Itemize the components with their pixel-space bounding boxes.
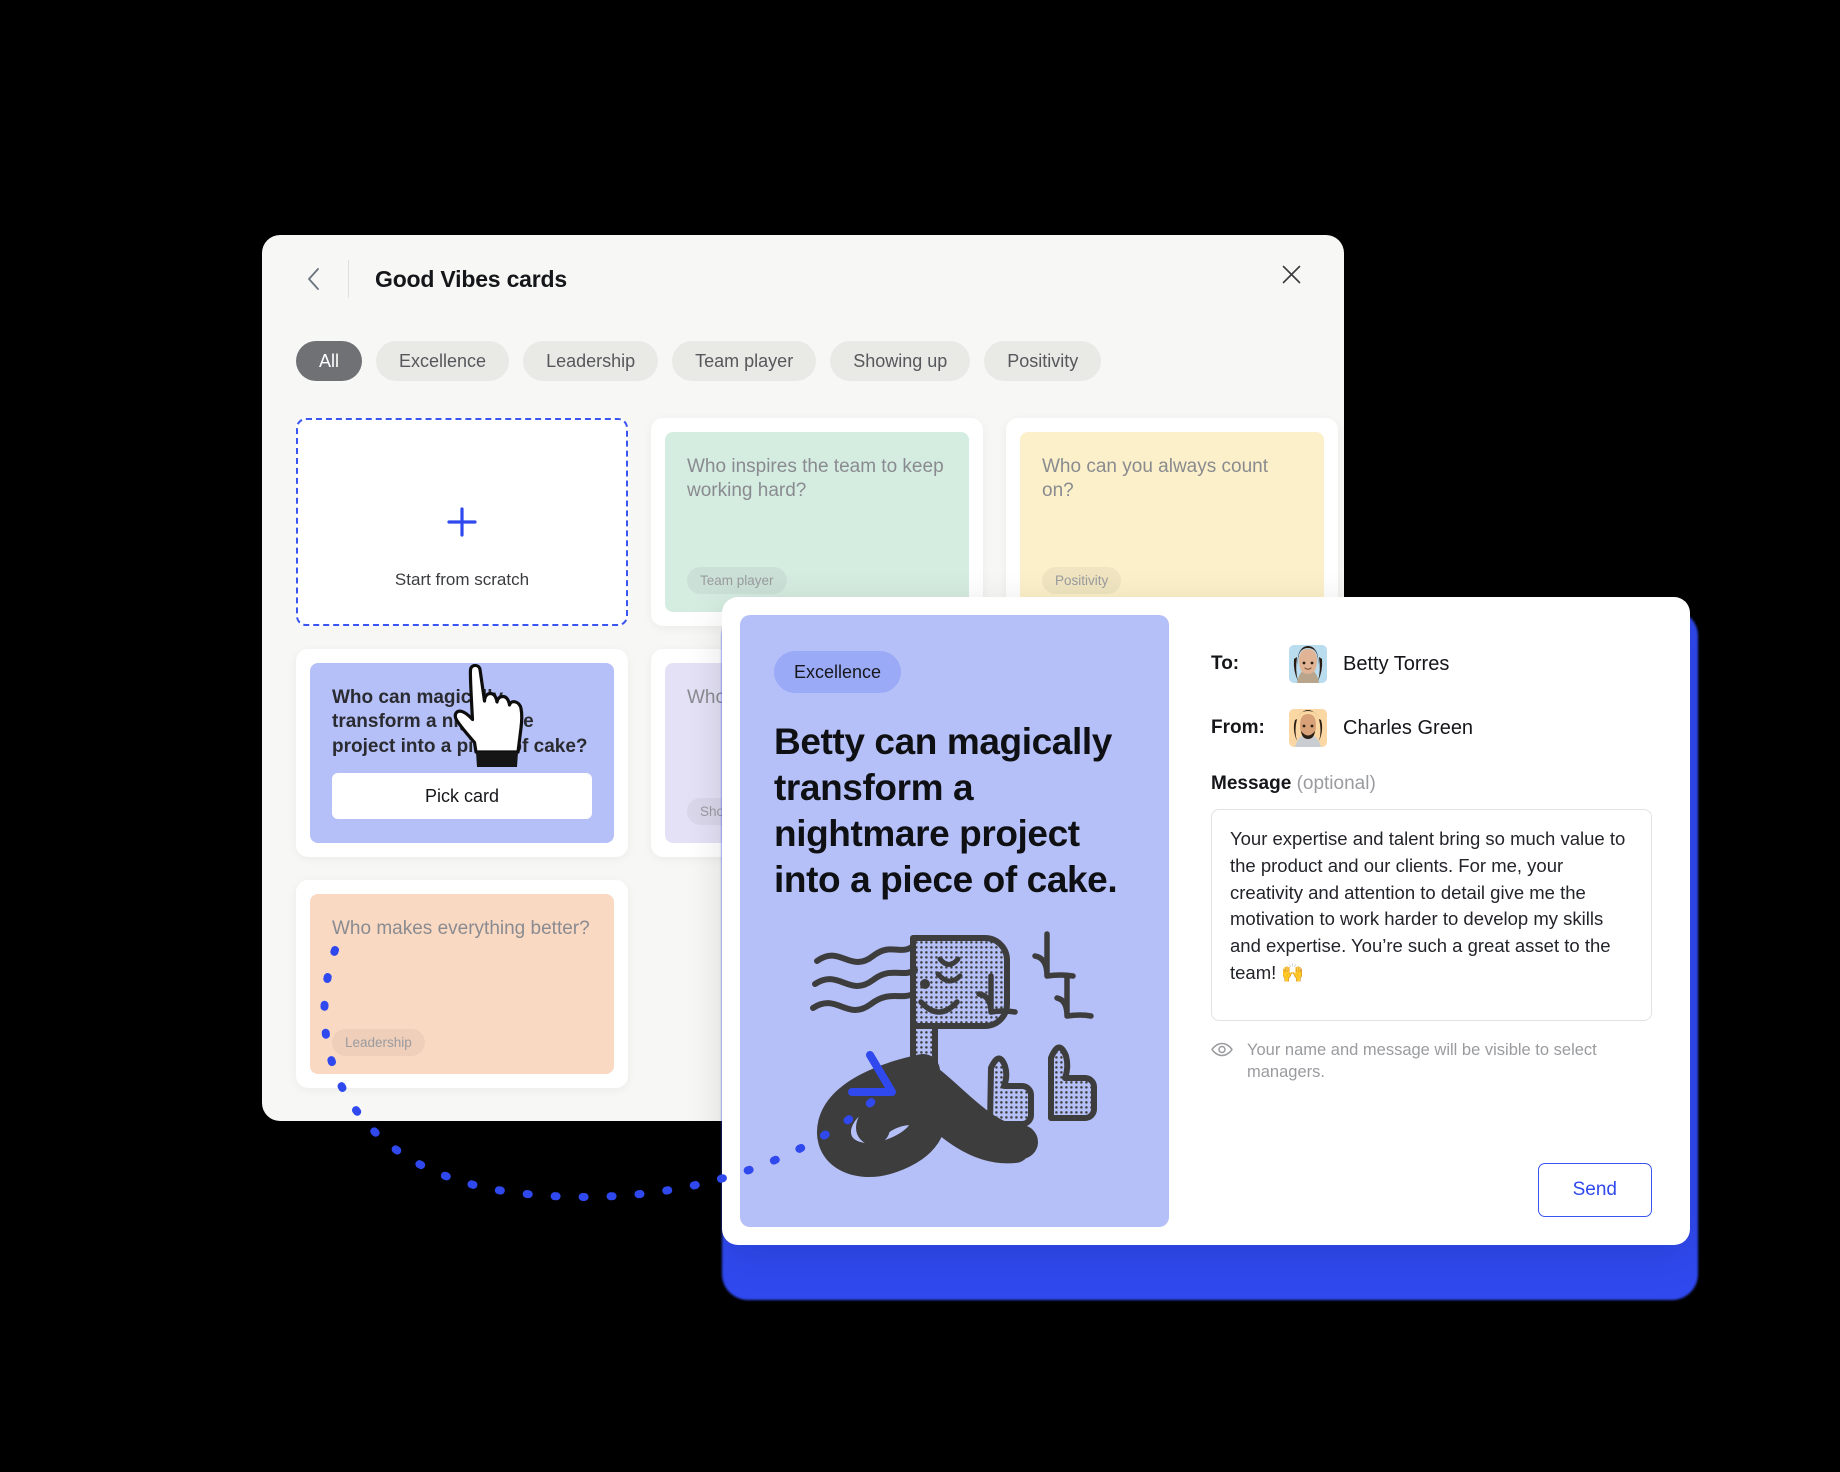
pick-card-button[interactable]: Pick card [332, 773, 592, 819]
page-title: Good Vibes cards [375, 265, 567, 292]
eye-icon [1211, 1041, 1233, 1063]
modal-footer: Send [1211, 1163, 1652, 1217]
privacy-note-text: Your name and message will be visible to… [1247, 1041, 1597, 1082]
screenshot-root: Good Vibes cards All Excellence Leadersh… [0, 0, 1840, 1472]
card-question: Who makes everything better? [332, 918, 590, 939]
card-question: Who can magically transform a nightmare … [332, 687, 588, 757]
person-giving-thumbs-up-illustration [795, 916, 1115, 1221]
message-label: Message (optional) [1211, 773, 1652, 795]
card-tag: Leadership [332, 1028, 425, 1056]
filter-chip-leadership[interactable]: Leadership [523, 341, 659, 381]
card-question: Who can you always count on? [1042, 456, 1269, 502]
avatar-sender [1289, 709, 1327, 747]
card-tile[interactable]: Who makes everything better? Leadership [296, 880, 628, 1088]
filter-chip-excellence[interactable]: Excellence [376, 341, 510, 381]
recipient-row: To: Betty Torres [1211, 645, 1652, 683]
filter-chip-positivity[interactable]: Positivity [984, 341, 1102, 381]
message-label-text: Message [1211, 773, 1292, 794]
to-label: To: [1211, 653, 1240, 674]
recipient-name: Betty Torres [1343, 652, 1450, 675]
message-input[interactable] [1211, 809, 1652, 1021]
start-from-scratch-label: Start from scratch [394, 570, 530, 589]
filter-chip-showing-up[interactable]: Showing up [830, 341, 971, 381]
sender-row: From: Charles Green [1211, 709, 1652, 747]
card-tag: Team player [687, 566, 787, 594]
message-optional-text: (optional) [1296, 773, 1376, 794]
close-icon[interactable] [1276, 259, 1306, 289]
start-from-scratch-tile[interactable]: Start from scratch [296, 418, 628, 626]
card-tile-picked[interactable]: Who can magically transform a nightmare … [296, 649, 628, 857]
back-chevron-icon[interactable] [296, 262, 330, 296]
good-vibe-card-preview: Excellence Betty can magically transform… [740, 615, 1169, 1227]
header-divider [348, 260, 349, 298]
card-tag: Positivity [1042, 566, 1122, 594]
send-good-vibe-modal: Excellence Betty can magically transform… [722, 597, 1690, 1245]
card-tile[interactable]: Who inspires the team to keep working ha… [651, 418, 983, 626]
modal-card-preview-pane: Excellence Betty can magically transform… [722, 597, 1187, 1245]
card-category-badge: Excellence [774, 651, 902, 693]
plus-icon [442, 502, 482, 550]
window-header: Good Vibes cards [262, 235, 1344, 323]
filter-chip-row: All Excellence Leadership Team player Sh… [262, 323, 1344, 381]
filter-chip-team-player[interactable]: Team player [672, 341, 817, 381]
from-label: From: [1211, 717, 1265, 738]
privacy-note: Your name and message will be visible to… [1211, 1039, 1611, 1084]
avatar-recipient [1289, 645, 1327, 683]
sender-name: Charles Green [1343, 716, 1474, 739]
send-button[interactable]: Send [1537, 1163, 1652, 1217]
modal-form-pane: To: Betty Torres From: Charles Green Mes… [1187, 597, 1690, 1245]
card-question: Who inspires the team to keep working ha… [687, 456, 944, 502]
filter-chip-all[interactable]: All [296, 341, 363, 381]
card-headline: Betty can magically transform a nightmar… [774, 721, 1118, 900]
card-tile[interactable]: Who can you always count on? Positivity [1006, 418, 1338, 626]
